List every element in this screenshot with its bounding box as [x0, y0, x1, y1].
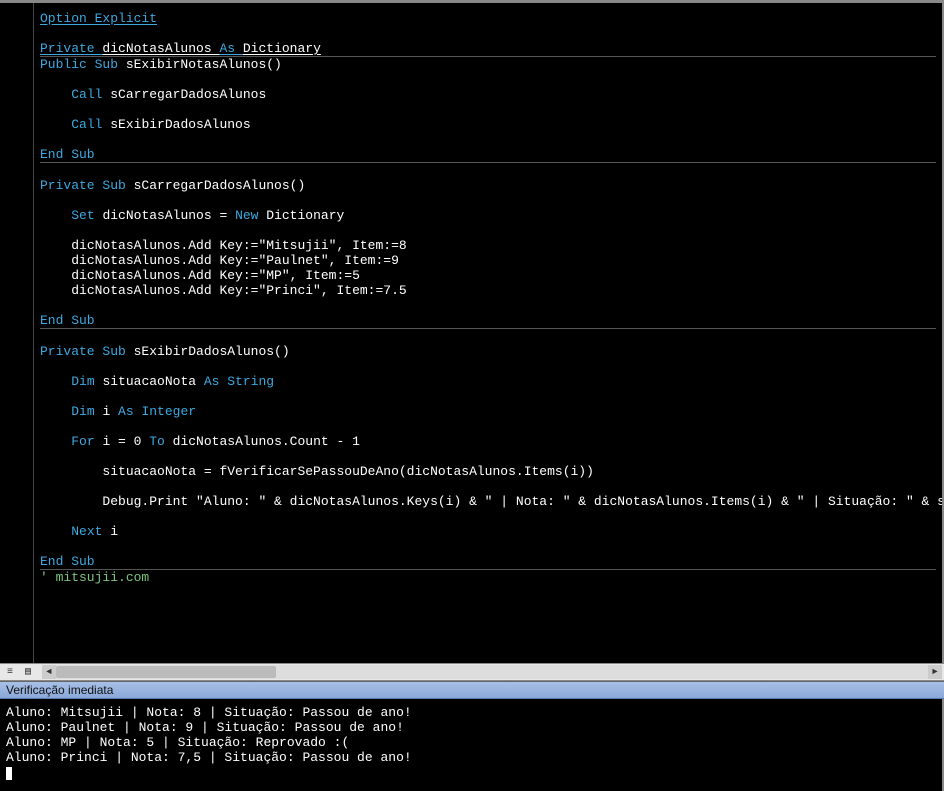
immediate-window-title: Verificação imediata — [0, 681, 944, 699]
horizontal-scrollbar[interactable]: ◄ ► — [42, 665, 942, 679]
scroll-right-arrow-icon[interactable]: ► — [928, 665, 942, 679]
procedure-view-button[interactable]: ≡ — [2, 665, 18, 679]
immediate-window[interactable]: Aluno: Mitsujii | Nota: 8 | Situação: Pa… — [0, 699, 944, 791]
code-margin — [0, 3, 34, 663]
code-editor-pane: Option Explicit Private dicNotasAlunos A… — [0, 2, 944, 663]
scroll-left-arrow-icon[interactable]: ◄ — [42, 665, 56, 679]
view-toolbar: ≡ ▤ ◄ ► — [0, 663, 944, 681]
code-editor[interactable]: Option Explicit Private dicNotasAlunos A… — [34, 3, 942, 663]
full-module-view-button[interactable]: ▤ — [20, 665, 36, 679]
text-cursor — [6, 767, 12, 780]
